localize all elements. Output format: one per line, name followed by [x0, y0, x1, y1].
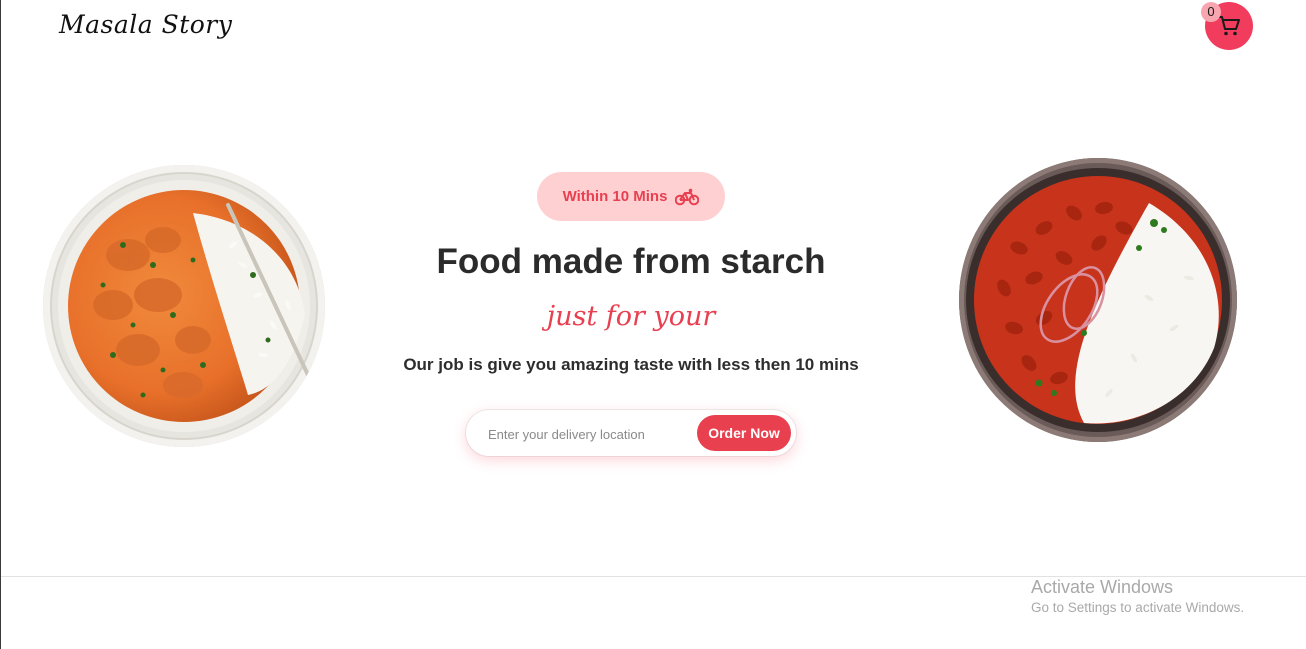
windows-activation-watermark: Activate Windows Go to Settings to activ…	[1031, 577, 1244, 615]
brand-logo[interactable]: Masala Story	[59, 10, 232, 39]
hero-section: Within 10 Mins Food made from starch jus…	[381, 172, 881, 375]
right-dish-image	[959, 158, 1237, 442]
delivery-location-input[interactable]	[486, 422, 690, 446]
cart-button[interactable]: 0	[1201, 2, 1253, 50]
delivery-time-label: Within 10 Mins	[562, 188, 668, 205]
hero-subline: Our job is give you amazing taste with l…	[403, 355, 859, 374]
left-dish-image	[43, 165, 325, 447]
hero-headline: Food made from starch	[436, 242, 826, 281]
page: Masala Story 0 Within 10 Mins Food made …	[0, 0, 1306, 649]
cart-count-badge: 0	[1201, 2, 1221, 22]
cart-icon	[1217, 16, 1240, 36]
delivery-location-form: Order Now	[466, 410, 796, 456]
delivery-time-badge: Within 10 Mins	[536, 172, 726, 221]
bicycle-icon	[675, 188, 700, 205]
hero-tagline: just for your	[546, 301, 716, 332]
watermark-subtitle: Go to Settings to activate Windows.	[1031, 600, 1245, 615]
watermark-title: Activate Windows	[1031, 577, 1174, 597]
order-now-button[interactable]: Order Now	[697, 415, 791, 451]
